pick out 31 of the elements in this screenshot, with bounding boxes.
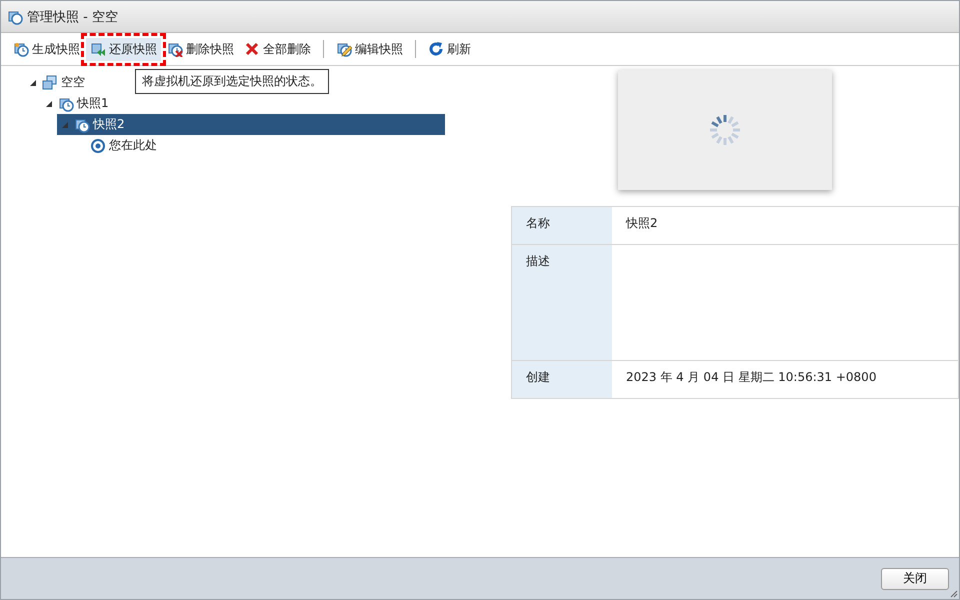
snapshot-delete-icon xyxy=(167,41,183,57)
tree-item[interactable]: 快照2 xyxy=(57,114,445,135)
property-label: 名称 xyxy=(512,206,612,244)
property-value: 2023 年 4 月 04 日 星期二 10:56:31 +0800 xyxy=(612,360,958,398)
location-icon xyxy=(90,138,106,154)
refresh-icon xyxy=(428,41,444,57)
snapshot-icon xyxy=(74,116,90,132)
vm-icon xyxy=(42,74,58,90)
tree-item[interactable]: 您在此处 xyxy=(73,135,157,156)
toolbar-button[interactable]: 还原快照 xyxy=(86,38,161,60)
close-button[interactable]: 关闭 xyxy=(881,568,949,590)
toolbar-button[interactable]: 刷新 xyxy=(424,38,475,60)
rewind-icon xyxy=(90,41,106,57)
snapshot-icon xyxy=(58,96,74,112)
snapshot-icon xyxy=(7,8,23,24)
property-label: 描述 xyxy=(512,244,612,360)
camera-clock-icon xyxy=(13,41,29,57)
resize-grip-icon[interactable] xyxy=(950,590,958,598)
toolbar-button[interactable]: 生成快照 xyxy=(9,38,84,60)
pencil-icon xyxy=(336,41,352,57)
toolbar-button[interactable]: 删除快照 xyxy=(163,38,238,60)
property-label: 创建 xyxy=(512,360,612,398)
toolbar-button[interactable]: 全部删除 xyxy=(240,38,315,60)
tree-item[interactable]: 空空 xyxy=(25,72,85,93)
tree-item[interactable]: 快照1 xyxy=(41,93,109,114)
window-title: 管理快照 - 空空 xyxy=(27,8,118,26)
tooltip: 将虚拟机还原到选定快照的状态。 xyxy=(135,69,329,94)
close-icon xyxy=(244,41,260,57)
property-value: 快照2 xyxy=(612,206,958,244)
toolbar-button[interactable]: 编辑快照 xyxy=(332,38,407,60)
spinner-icon xyxy=(708,113,742,147)
